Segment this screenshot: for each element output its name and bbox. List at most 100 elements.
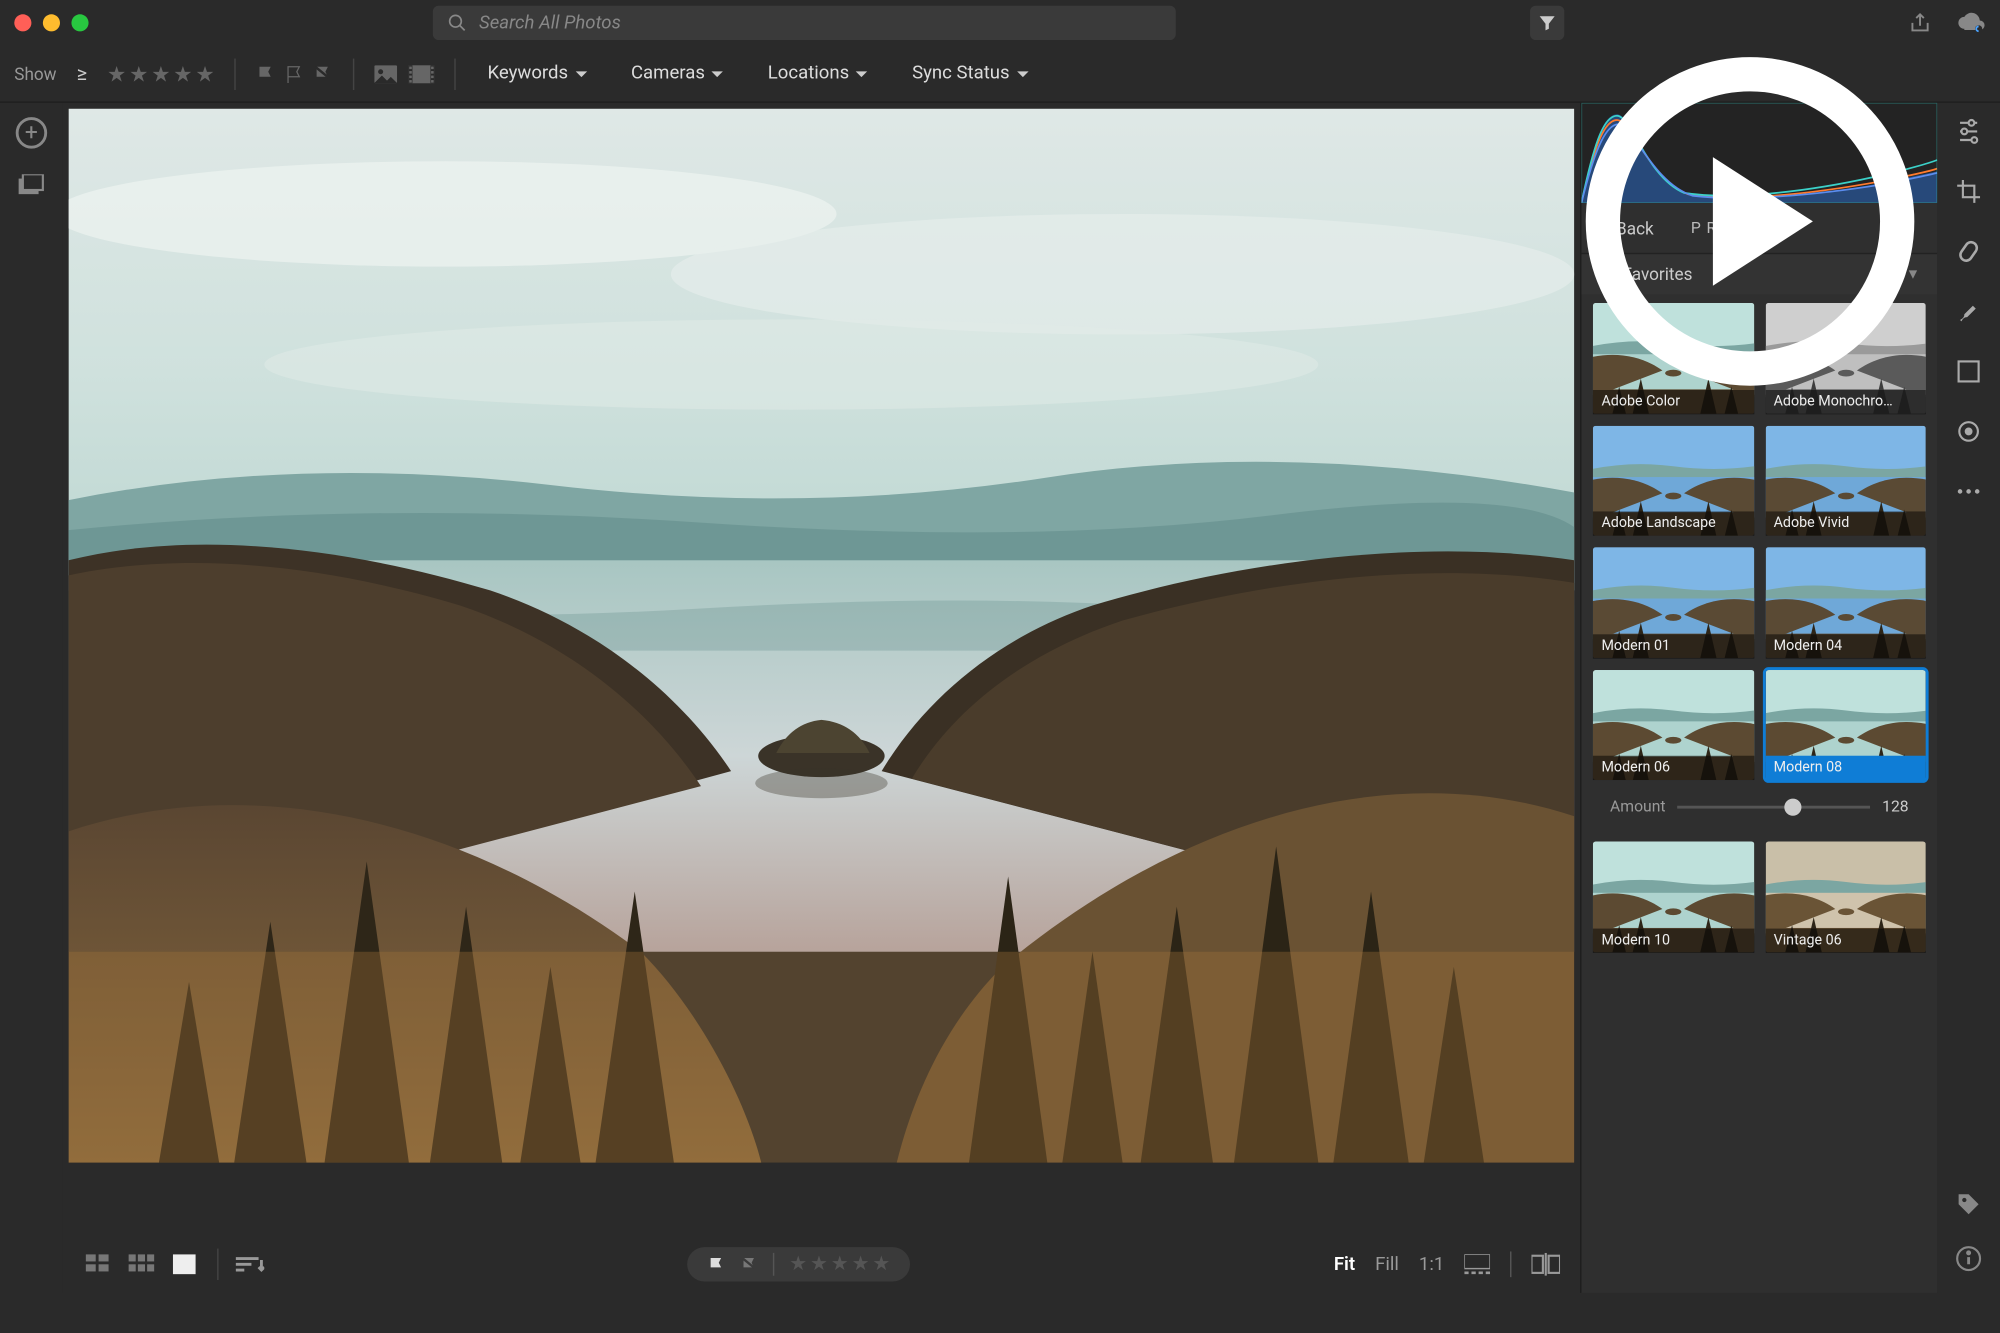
titlebar: Search All Photos (0, 0, 2000, 46)
sort-button[interactable] (236, 1254, 265, 1274)
divider (353, 58, 354, 89)
locations-dropdown[interactable]: Locations (756, 57, 880, 90)
amount-label: Amount (1610, 798, 1665, 817)
profile-label: Modern 08 (1765, 756, 1926, 780)
rating-operator[interactable]: ≥ (77, 62, 87, 85)
photo-type-icon (375, 64, 398, 84)
profiles-grid: Adobe Color Adobe Monochro… Adobe Landsc… (1581, 294, 1937, 1293)
profile-preset[interactable]: Adobe Vivid (1765, 425, 1926, 536)
bottom-bar: ★★★★★ Fit Fill 1:1 (69, 1236, 1575, 1293)
zoom-fit-button[interactable]: Fit (1334, 1254, 1355, 1275)
tool-rail (1937, 103, 2000, 1293)
rating-flag-pill: ★★★★★ (688, 1247, 911, 1281)
main-photo (69, 109, 1575, 1163)
profile-label: Vintage 06 (1765, 928, 1926, 952)
search-input[interactable]: Search All Photos (433, 6, 1176, 40)
cloud-sync-icon[interactable] (1957, 11, 1986, 34)
keywords-dropdown[interactable]: Keywords (476, 57, 600, 90)
rating-stars[interactable]: ★★★★★ (789, 1253, 890, 1276)
photo-canvas[interactable] (69, 109, 1575, 1230)
window-close-button[interactable] (14, 14, 31, 31)
media-type-filter[interactable] (375, 64, 435, 84)
flag-picked-icon (256, 64, 276, 84)
star-icon: ★ (129, 61, 148, 87)
zoom-controls: Fit Fill 1:1 (1334, 1251, 1560, 1277)
my-photos-icon[interactable] (19, 174, 45, 194)
cameras-dropdown[interactable]: Cameras (620, 57, 737, 90)
info-icon[interactable] (1954, 1244, 1983, 1273)
amount-slider[interactable] (1677, 798, 1871, 815)
grid-view-button[interactable] (83, 1253, 114, 1276)
zoom-1to1-button[interactable]: 1:1 (1419, 1254, 1444, 1275)
center-area: ★★★★★ Fit Fill 1:1 (63, 103, 1580, 1293)
share-icon[interactable] (1909, 11, 1932, 34)
profile-preset[interactable]: Modern 06 (1593, 670, 1754, 781)
window-minimize-button[interactable] (43, 14, 60, 31)
amount-slider-row: Amount 128 (1593, 792, 1926, 831)
edit-sliders-icon[interactable] (1954, 117, 1983, 146)
star-icon: ★ (151, 61, 170, 87)
chevron-down-icon (711, 66, 725, 80)
profile-label: Modern 04 (1765, 634, 1926, 658)
play-icon (1713, 157, 1813, 286)
window-maximize-button[interactable] (71, 14, 88, 31)
healing-brush-icon[interactable] (1954, 237, 1983, 266)
chevron-down-icon (1015, 66, 1029, 80)
star-icon: ★ (810, 1253, 828, 1276)
star-icon: ★ (872, 1253, 890, 1276)
profile-label: Adobe Landscape (1593, 512, 1754, 536)
dropdown-label: Cameras (631, 63, 705, 84)
divider (773, 1253, 774, 1276)
flag-picked-icon[interactable] (708, 1255, 727, 1274)
star-icon: ★ (195, 61, 214, 87)
divider (235, 58, 236, 89)
rating-filter[interactable]: ★★★★★ (107, 61, 215, 87)
crop-icon[interactable] (1954, 177, 1983, 206)
zoom-fill-button[interactable]: Fill (1375, 1254, 1399, 1275)
search-icon (448, 13, 468, 33)
flag-rejected-icon (313, 64, 333, 84)
profile-preset[interactable]: Modern 01 (1593, 547, 1754, 658)
left-sidebar: + (0, 103, 63, 1293)
profile-preset[interactable]: Vintage 06 (1765, 842, 1926, 953)
star-icon: ★ (173, 61, 192, 87)
show-label: Show (14, 64, 56, 84)
profile-label: Adobe Vivid (1765, 512, 1926, 536)
profile-label: Modern 06 (1593, 756, 1754, 780)
profile-preset[interactable]: Modern 08 (1765, 670, 1926, 781)
chevron-down-icon (574, 66, 588, 80)
divider (217, 1249, 218, 1280)
star-icon: ★ (789, 1253, 807, 1276)
dropdown-label: Keywords (487, 63, 568, 84)
square-grid-view-button[interactable] (126, 1253, 157, 1276)
profile-label: Modern 10 (1593, 928, 1754, 952)
dropdown-label: Sync Status (912, 63, 1010, 84)
star-icon: ★ (831, 1253, 849, 1276)
profile-preset[interactable]: Modern 10 (1593, 842, 1754, 953)
detail-view-button[interactable] (169, 1253, 200, 1276)
chevron-down-icon (855, 66, 869, 80)
brush-icon[interactable] (1954, 297, 1983, 326)
radial-gradient-icon[interactable] (1954, 417, 1983, 446)
zoom-grid-icon[interactable] (1464, 1254, 1490, 1274)
star-icon: ★ (107, 61, 126, 87)
profile-label: Modern 01 (1593, 634, 1754, 658)
star-icon: ★ (852, 1253, 870, 1276)
linear-gradient-icon[interactable] (1954, 357, 1983, 386)
sync-status-dropdown[interactable]: Sync Status (901, 57, 1041, 90)
profile-preset[interactable]: Adobe Landscape (1593, 425, 1754, 536)
before-after-icon[interactable] (1531, 1253, 1560, 1276)
play-overlay-button[interactable] (1586, 57, 1915, 386)
add-button[interactable]: + (16, 117, 47, 148)
amount-value: 128 (1882, 798, 1908, 817)
flag-filter[interactable] (256, 64, 333, 84)
tag-icon[interactable] (1954, 1190, 1983, 1219)
filter-button[interactable] (1530, 6, 1564, 40)
funnel-icon (1537, 13, 1557, 33)
dropdown-label: Locations (768, 63, 849, 84)
more-icon[interactable] (1954, 477, 1983, 506)
profile-preset[interactable]: Modern 04 (1765, 547, 1926, 658)
flag-rejected-icon[interactable] (741, 1255, 760, 1274)
collapse-icon: ▼ (1906, 266, 1920, 282)
profile-label: Adobe Monochro… (1765, 389, 1926, 413)
